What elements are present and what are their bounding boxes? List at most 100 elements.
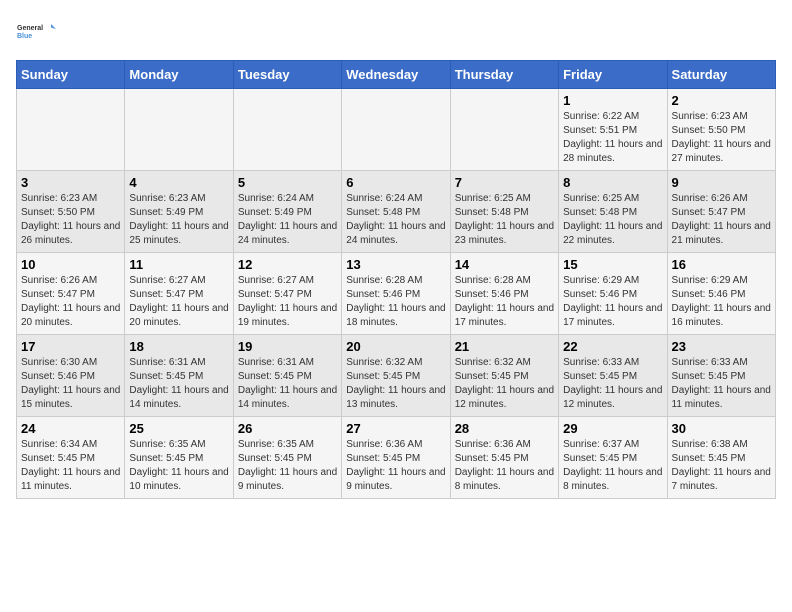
day-number: 6 [346, 175, 445, 190]
day-info: Sunrise: 6:22 AM Sunset: 5:51 PM Dayligh… [563, 110, 662, 166]
calendar-cell [342, 89, 450, 171]
day-info: Sunrise: 6:25 AM Sunset: 5:48 PM Dayligh… [563, 192, 662, 248]
day-number: 11 [129, 257, 228, 272]
calendar-cell: 11 Sunrise: 6:27 AM Sunset: 5:47 PM Dayli… [125, 253, 233, 335]
calendar-cell: 18 Sunrise: 6:31 AM Sunset: 5:45 PM Dayli… [125, 335, 233, 417]
day-info: Sunrise: 6:27 AM Sunset: 5:47 PM Dayligh… [129, 274, 228, 330]
day-number: 24 [21, 421, 120, 436]
day-number: 22 [563, 339, 662, 354]
day-number: 20 [346, 339, 445, 354]
day-info: Sunrise: 6:31 AM Sunset: 5:45 PM Dayligh… [238, 356, 337, 412]
calendar-table: SundayMondayTuesdayWednesdayThursdayFrid… [16, 60, 776, 499]
day-info: Sunrise: 6:31 AM Sunset: 5:45 PM Dayligh… [129, 356, 228, 412]
calendar-cell [450, 89, 558, 171]
day-info: Sunrise: 6:35 AM Sunset: 5:45 PM Dayligh… [129, 438, 228, 494]
calendar-cell: 29 Sunrise: 6:37 AM Sunset: 5:45 PM Dayli… [559, 417, 667, 499]
weekday-header-cell: Saturday [667, 61, 775, 89]
day-number: 21 [455, 339, 554, 354]
calendar-week-row: 10Sunrise: 6:26 AM Sunset: 5:47 PM Dayli… [17, 253, 776, 335]
calendar-cell: 20 Sunrise: 6:32 AM Sunset: 5:45 PM Dayli… [342, 335, 450, 417]
calendar-week-row: 17Sunrise: 6:30 AM Sunset: 5:46 PM Dayli… [17, 335, 776, 417]
weekday-header-cell: Monday [125, 61, 233, 89]
day-number: 23 [672, 339, 771, 354]
day-number: 5 [238, 175, 337, 190]
day-number: 16 [672, 257, 771, 272]
calendar-week-row: 1 Sunrise: 6:22 AM Sunset: 5:51 PM Daylig… [17, 89, 776, 171]
calendar-cell: 7 Sunrise: 6:25 AM Sunset: 5:48 PM Daylig… [450, 171, 558, 253]
day-info: Sunrise: 6:29 AM Sunset: 5:46 PM Dayligh… [672, 274, 771, 330]
day-number: 18 [129, 339, 228, 354]
day-number: 7 [455, 175, 554, 190]
calendar-cell: 25 Sunrise: 6:35 AM Sunset: 5:45 PM Dayli… [125, 417, 233, 499]
calendar-cell [125, 89, 233, 171]
calendar-cell: 10Sunrise: 6:26 AM Sunset: 5:47 PM Dayli… [17, 253, 125, 335]
calendar-cell: 1 Sunrise: 6:22 AM Sunset: 5:51 PM Daylig… [559, 89, 667, 171]
day-info: Sunrise: 6:23 AM Sunset: 5:50 PM Dayligh… [21, 192, 120, 248]
weekday-header-cell: Thursday [450, 61, 558, 89]
calendar-cell: 14 Sunrise: 6:28 AM Sunset: 5:46 PM Dayli… [450, 253, 558, 335]
day-number: 15 [563, 257, 662, 272]
day-info: Sunrise: 6:25 AM Sunset: 5:48 PM Dayligh… [455, 192, 554, 248]
calendar-cell: 3Sunrise: 6:23 AM Sunset: 5:50 PM Daylig… [17, 171, 125, 253]
calendar-cell: 17Sunrise: 6:30 AM Sunset: 5:46 PM Dayli… [17, 335, 125, 417]
calendar-cell: 4 Sunrise: 6:23 AM Sunset: 5:49 PM Daylig… [125, 171, 233, 253]
day-info: Sunrise: 6:26 AM Sunset: 5:47 PM Dayligh… [21, 274, 120, 330]
calendar-cell: 22 Sunrise: 6:33 AM Sunset: 5:45 PM Dayli… [559, 335, 667, 417]
calendar-cell: 26 Sunrise: 6:35 AM Sunset: 5:45 PM Dayli… [233, 417, 341, 499]
day-number: 19 [238, 339, 337, 354]
calendar-cell: 15 Sunrise: 6:29 AM Sunset: 5:46 PM Dayli… [559, 253, 667, 335]
calendar-cell: 16 Sunrise: 6:29 AM Sunset: 5:46 PM Dayli… [667, 253, 775, 335]
day-number: 9 [672, 175, 771, 190]
day-info: Sunrise: 6:33 AM Sunset: 5:45 PM Dayligh… [672, 356, 771, 412]
svg-text:General: General [17, 25, 43, 32]
day-number: 29 [563, 421, 662, 436]
calendar-cell: 28Sunrise: 6:36 AM Sunset: 5:45 PM Dayli… [450, 417, 558, 499]
day-number: 28 [455, 421, 554, 436]
calendar-cell: 8Sunrise: 6:25 AM Sunset: 5:48 PM Daylig… [559, 171, 667, 253]
calendar-cell: 21 Sunrise: 6:32 AM Sunset: 5:45 PM Dayli… [450, 335, 558, 417]
day-info: Sunrise: 6:23 AM Sunset: 5:50 PM Dayligh… [672, 110, 771, 166]
day-number: 2 [672, 93, 771, 108]
calendar-week-row: 24 Sunrise: 6:34 AM Sunset: 5:45 PM Dayli… [17, 417, 776, 499]
day-info: Sunrise: 6:35 AM Sunset: 5:45 PM Dayligh… [238, 438, 337, 494]
logo-svg: General Blue [16, 16, 56, 48]
calendar-cell: 6 Sunrise: 6:24 AM Sunset: 5:48 PM Daylig… [342, 171, 450, 253]
calendar-cell: 13Sunrise: 6:28 AM Sunset: 5:46 PM Dayli… [342, 253, 450, 335]
day-number: 13 [346, 257, 445, 272]
logo: General Blue [16, 16, 56, 48]
calendar-cell: 9Sunrise: 6:26 AM Sunset: 5:47 PM Daylig… [667, 171, 775, 253]
day-info: Sunrise: 6:23 AM Sunset: 5:49 PM Dayligh… [129, 192, 228, 248]
day-info: Sunrise: 6:24 AM Sunset: 5:49 PM Dayligh… [238, 192, 337, 248]
day-info: Sunrise: 6:32 AM Sunset: 5:45 PM Dayligh… [346, 356, 445, 412]
day-info: Sunrise: 6:34 AM Sunset: 5:45 PM Dayligh… [21, 438, 120, 494]
day-info: Sunrise: 6:28 AM Sunset: 5:46 PM Dayligh… [455, 274, 554, 330]
day-info: Sunrise: 6:29 AM Sunset: 5:46 PM Dayligh… [563, 274, 662, 330]
day-number: 1 [563, 93, 662, 108]
day-number: 12 [238, 257, 337, 272]
day-info: Sunrise: 6:37 AM Sunset: 5:45 PM Dayligh… [563, 438, 662, 494]
day-info: Sunrise: 6:33 AM Sunset: 5:45 PM Dayligh… [563, 356, 662, 412]
svg-text:Blue: Blue [17, 33, 32, 40]
calendar-cell: 24 Sunrise: 6:34 AM Sunset: 5:45 PM Dayli… [17, 417, 125, 499]
calendar-cell: 30 Sunrise: 6:38 AM Sunset: 5:45 PM Dayli… [667, 417, 775, 499]
day-info: Sunrise: 6:27 AM Sunset: 5:47 PM Dayligh… [238, 274, 337, 330]
calendar-cell: 27Sunrise: 6:36 AM Sunset: 5:45 PM Dayli… [342, 417, 450, 499]
weekday-header-cell: Friday [559, 61, 667, 89]
day-info: Sunrise: 6:32 AM Sunset: 5:45 PM Dayligh… [455, 356, 554, 412]
day-number: 4 [129, 175, 228, 190]
day-number: 30 [672, 421, 771, 436]
calendar-week-row: 3Sunrise: 6:23 AM Sunset: 5:50 PM Daylig… [17, 171, 776, 253]
day-info: Sunrise: 6:36 AM Sunset: 5:45 PM Dayligh… [346, 438, 445, 494]
day-info: Sunrise: 6:30 AM Sunset: 5:46 PM Dayligh… [21, 356, 120, 412]
calendar-cell: 19 Sunrise: 6:31 AM Sunset: 5:45 PM Dayli… [233, 335, 341, 417]
calendar-cell: 2 Sunrise: 6:23 AM Sunset: 5:50 PM Daylig… [667, 89, 775, 171]
day-number: 14 [455, 257, 554, 272]
calendar-cell: 23 Sunrise: 6:33 AM Sunset: 5:45 PM Dayli… [667, 335, 775, 417]
weekday-header-cell: Wednesday [342, 61, 450, 89]
day-number: 26 [238, 421, 337, 436]
weekday-header-cell: Tuesday [233, 61, 341, 89]
weekday-header-cell: Sunday [17, 61, 125, 89]
day-info: Sunrise: 6:38 AM Sunset: 5:45 PM Dayligh… [672, 438, 771, 494]
day-number: 25 [129, 421, 228, 436]
day-info: Sunrise: 6:24 AM Sunset: 5:48 PM Dayligh… [346, 192, 445, 248]
